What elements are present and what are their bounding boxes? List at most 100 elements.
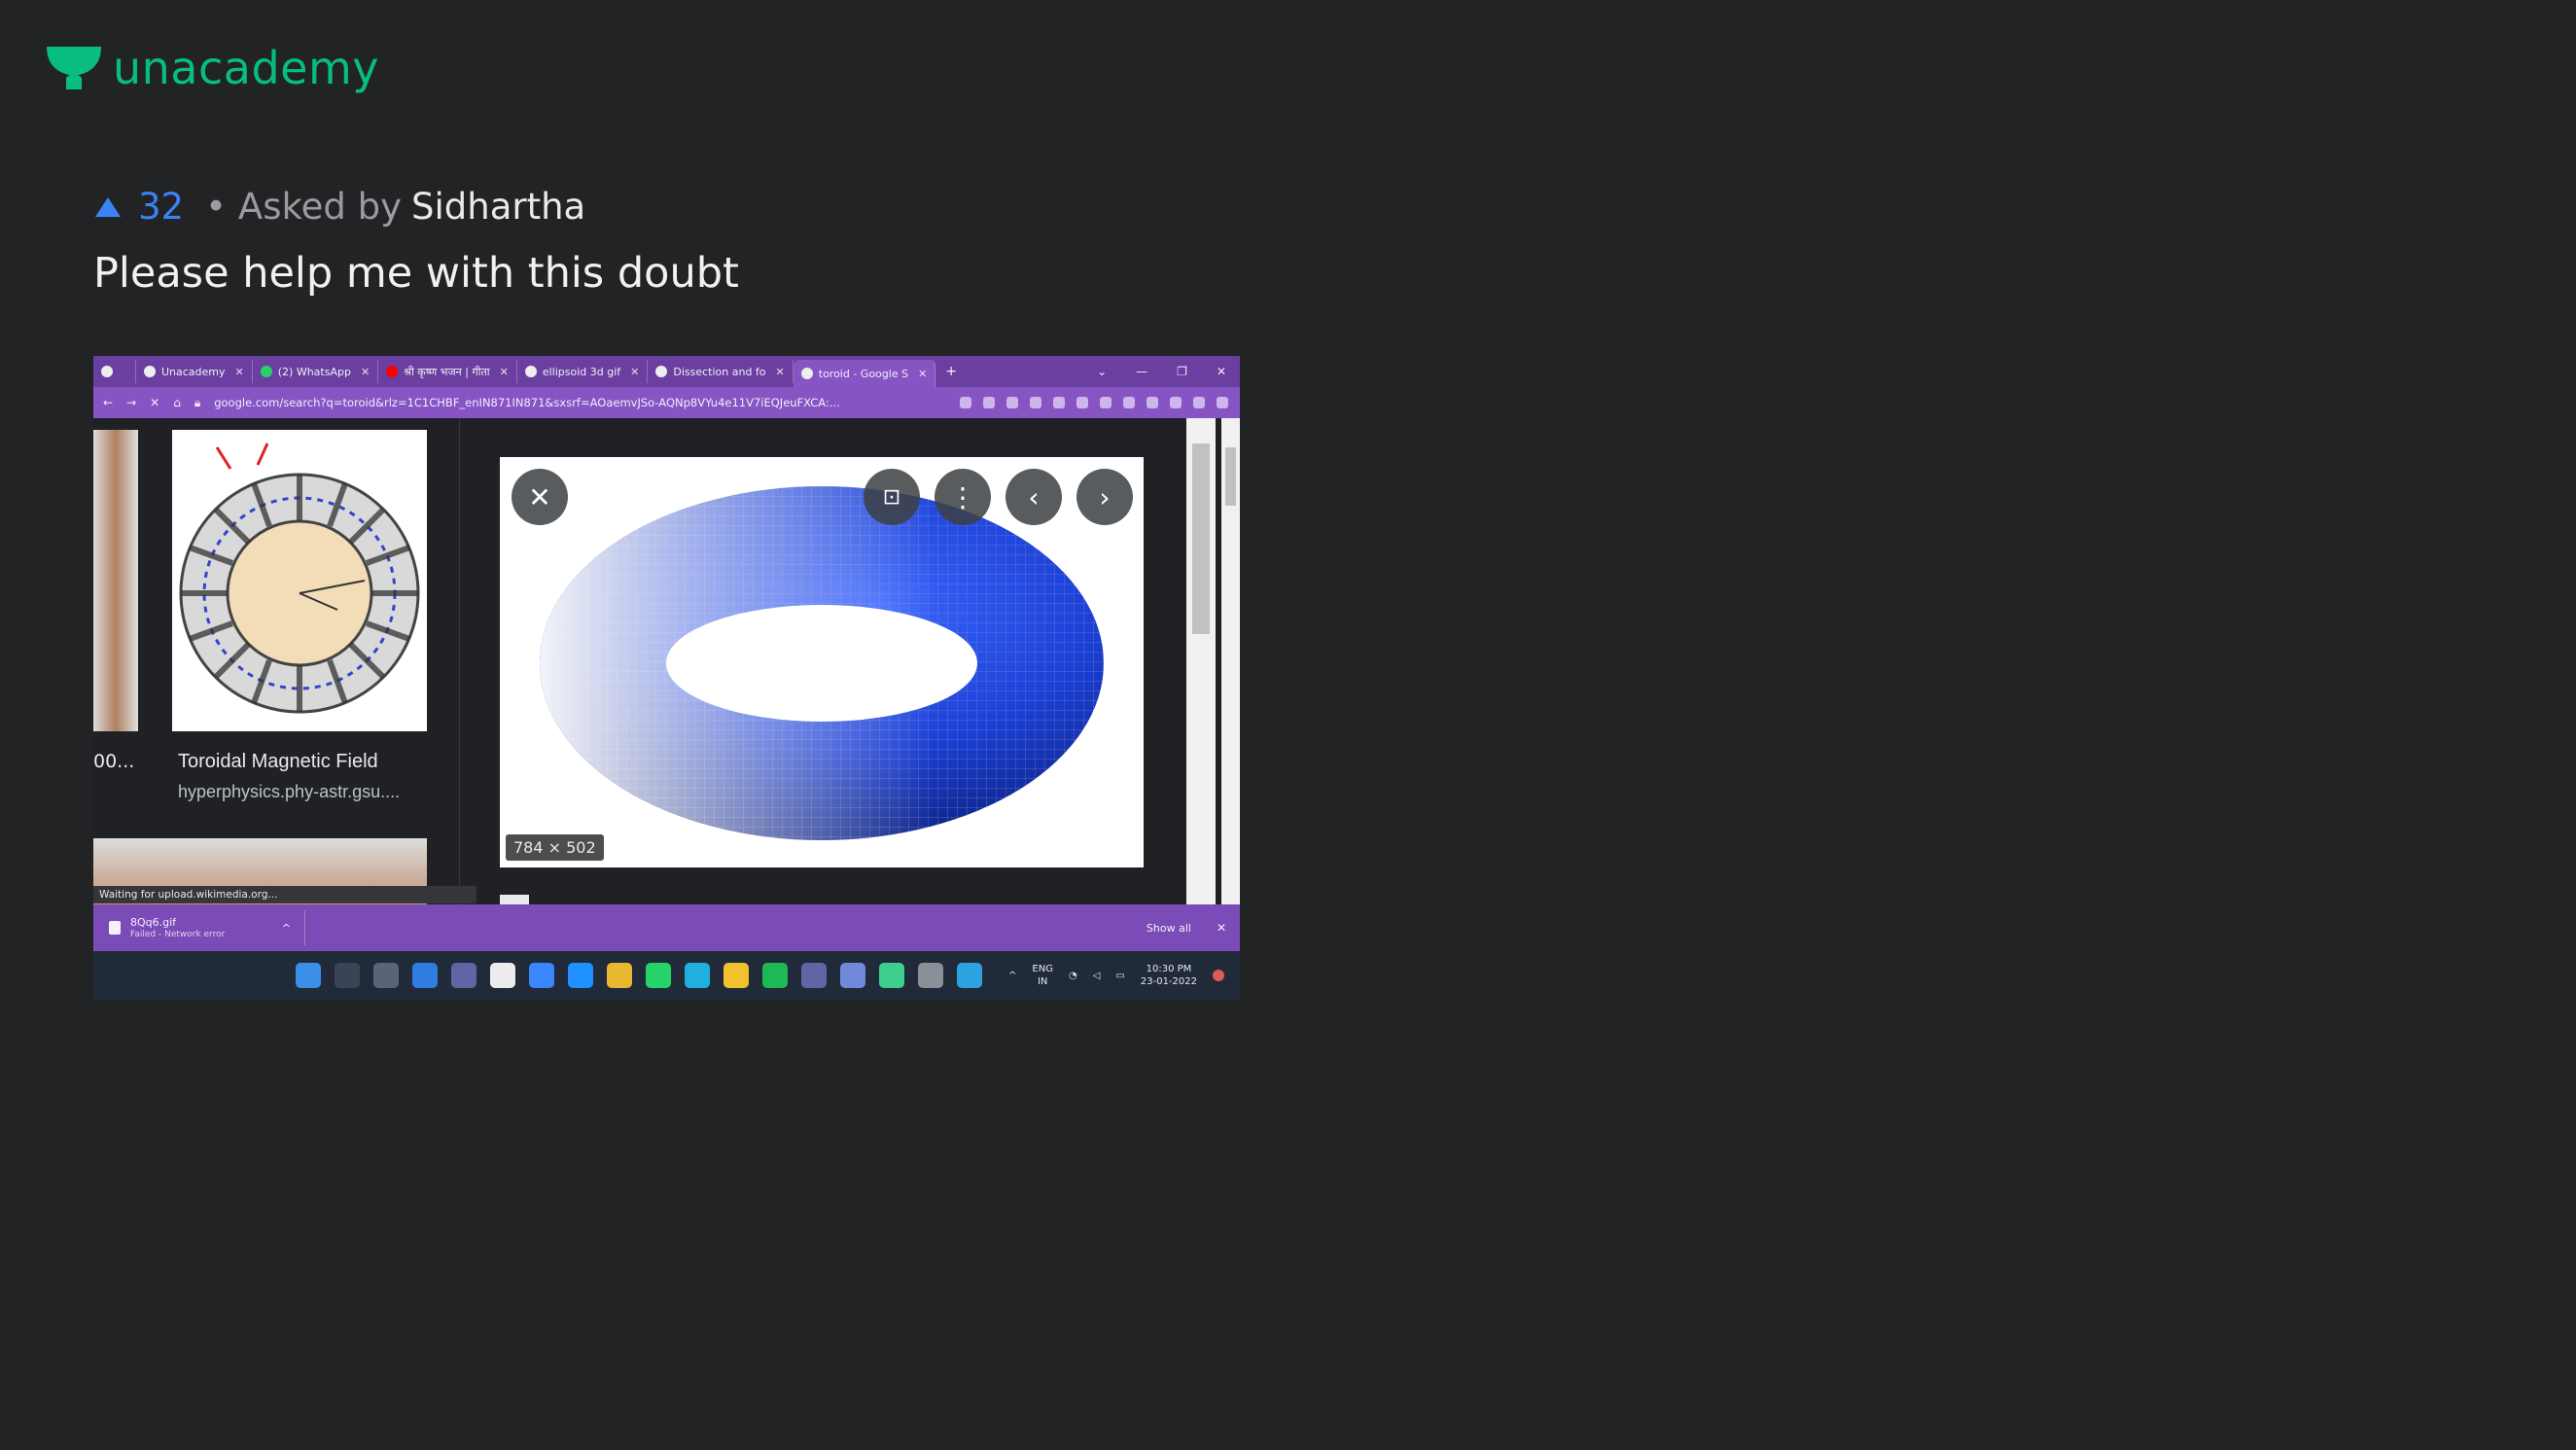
extension-icon[interactable]	[1123, 397, 1135, 408]
download-item[interactable]: 8Qq6.gif Failed - Network error ^	[93, 910, 305, 945]
volume-icon[interactable]: ◁	[1093, 971, 1101, 981]
toroid-diagram-thumbnail[interactable]	[172, 430, 427, 731]
result-thumbnail[interactable]	[93, 430, 138, 731]
taskbar-apps	[296, 963, 982, 988]
result-caption[interactable]: 00...	[93, 751, 134, 772]
app-icon[interactable]	[879, 963, 904, 988]
extension-icon[interactable]	[1053, 397, 1065, 408]
profile-icon[interactable]	[1193, 397, 1205, 408]
browser-tab[interactable]: Unacademy ✕	[136, 360, 253, 383]
notification-icon[interactable]	[1213, 970, 1224, 981]
menu-icon[interactable]	[1217, 397, 1228, 408]
url-field[interactable]: google.com/search?q=toroid&rlz=1C1CHBF_e…	[214, 396, 846, 409]
tab-search-icon[interactable]: ⌄	[1097, 365, 1107, 378]
tab-favicon-icon	[144, 366, 156, 377]
extension-icons	[960, 397, 1240, 408]
browser-tabbar: Unacademy ✕ (2) WhatsApp ✕ श्री कृष्ण भजन …	[93, 356, 1240, 387]
new-tab-button[interactable]: +	[945, 364, 957, 379]
brand-name: unacademy	[113, 42, 380, 94]
file-icon	[109, 921, 121, 935]
search-icon[interactable]	[335, 963, 360, 988]
download-status: Failed - Network error	[130, 929, 226, 939]
chevron-up-icon[interactable]: ^	[1008, 971, 1016, 981]
download-file-name: 8Qq6.gif	[130, 916, 177, 930]
back-icon[interactable]: ←	[103, 396, 113, 409]
task-view-icon[interactable]	[373, 963, 399, 988]
show-all-button[interactable]: Show all	[1147, 922, 1191, 935]
language-indicator[interactable]: ENG IN	[1032, 963, 1053, 988]
tab-close-icon[interactable]: ✕	[235, 366, 244, 378]
clock[interactable]: 10:30 PM 23-01-2022	[1141, 963, 1197, 988]
meta-separator: •	[205, 186, 227, 228]
tab-close-icon[interactable]: ✕	[776, 366, 785, 378]
scrollbar-thumb[interactable]	[1225, 447, 1236, 506]
tab-favicon-icon	[524, 366, 537, 377]
windows-taskbar: ^ ENG IN ◔ ◁ ▭ 10:30 PM 23-01-2022	[93, 951, 1240, 1000]
close-shelf-icon[interactable]: ✕	[1217, 921, 1226, 935]
puzzle-icon[interactable]	[1147, 397, 1158, 408]
extension-icon[interactable]	[1100, 397, 1112, 408]
tab-close-icon[interactable]: ✕	[630, 366, 639, 378]
discord-icon[interactable]	[840, 963, 865, 988]
author-name[interactable]: Sidhartha	[411, 189, 585, 225]
share-icon[interactable]	[960, 397, 971, 408]
store-icon[interactable]	[490, 963, 515, 988]
extension-icon[interactable]	[1076, 397, 1088, 408]
page-scrollbar[interactable]	[1221, 418, 1240, 904]
browser-tab[interactable]: श्री कृष्ण भजन | गीता ✕	[378, 360, 517, 383]
system-tray: ^ ENG IN ◔ ◁ ▭ 10:30 PM 23-01-2022	[1008, 963, 1240, 988]
close-preview-button[interactable]: ✕	[512, 469, 568, 525]
forward-icon[interactable]: →	[126, 396, 136, 409]
previous-image-button[interactable]: ‹	[1006, 469, 1062, 525]
unacademy-logo[interactable]: unacademy	[45, 43, 379, 93]
browser-tab[interactable]: Dissection and fo ✕	[648, 360, 794, 383]
minimize-icon[interactable]: —	[1136, 365, 1147, 378]
close-window-icon[interactable]: ✕	[1217, 365, 1226, 378]
app-icon[interactable]	[568, 963, 593, 988]
file-explorer-icon[interactable]	[723, 963, 749, 988]
result-site[interactable]: hyperphysics.phy-astr.gsu....	[178, 782, 400, 802]
reading-list-icon[interactable]	[1170, 397, 1182, 408]
app-icon[interactable]	[685, 963, 710, 988]
wifi-icon[interactable]: ◔	[1069, 971, 1077, 981]
browser-address-bar: ← → ✕ ⌂ 🔒︎ google.com/search?q=toroid&rl…	[93, 387, 1240, 418]
spotify-icon[interactable]	[762, 963, 788, 988]
tab-label: श्री कृष्ण भजन | गीता	[404, 365, 490, 378]
next-image-button[interactable]: ›	[1076, 469, 1133, 525]
teams-icon[interactable]	[801, 963, 827, 988]
battery-icon[interactable]: ▭	[1115, 971, 1124, 981]
app-icon[interactable]	[529, 963, 554, 988]
windows-start-icon[interactable]	[296, 963, 321, 988]
telegram-icon[interactable]	[957, 963, 982, 988]
chrome-icon[interactable]	[607, 963, 632, 988]
tab-label: toroid - Google S	[818, 367, 909, 380]
toroid-diagram-image	[179, 442, 420, 714]
unacademy-logo-icon	[47, 47, 101, 89]
calculator-icon[interactable]	[918, 963, 943, 988]
scrollbar-thumb[interactable]	[1192, 443, 1210, 634]
browser-tab[interactable]: ellipsoid 3d gif ✕	[517, 360, 649, 383]
tab-close-icon[interactable]: ✕	[500, 366, 509, 378]
tab-favicon-icon	[655, 366, 668, 377]
extension-icon[interactable]	[1006, 397, 1018, 408]
bookmark-star-icon[interactable]	[983, 397, 995, 408]
tab-close-icon[interactable]: ✕	[361, 366, 370, 378]
browser-tab-active[interactable]: toroid - Google S ✕	[793, 360, 936, 387]
extension-icon[interactable]	[1030, 397, 1041, 408]
tab-label: ellipsoid 3d gif	[542, 365, 621, 378]
browser-tab[interactable]: (2) WhatsApp ✕	[253, 360, 379, 383]
chevron-up-icon[interactable]: ^	[282, 922, 291, 935]
lens-search-button[interactable]: ⊡	[864, 469, 920, 525]
result-title[interactable]: Toroidal Magnetic Field	[178, 751, 378, 773]
more-options-button[interactable]: ⋮	[935, 469, 991, 525]
stop-icon[interactable]: ✕	[150, 396, 159, 409]
tab-close-icon[interactable]: ✕	[918, 368, 927, 380]
preview-scrollbar[interactable]	[1186, 418, 1216, 904]
upvote-icon[interactable]	[93, 195, 123, 219]
restore-icon[interactable]: ❐	[1177, 365, 1187, 378]
browser-tab[interactable]	[93, 360, 136, 383]
widgets-icon[interactable]	[412, 963, 438, 988]
home-icon[interactable]: ⌂	[173, 396, 181, 409]
teams-chat-icon[interactable]	[451, 963, 476, 988]
whatsapp-icon[interactable]	[646, 963, 671, 988]
